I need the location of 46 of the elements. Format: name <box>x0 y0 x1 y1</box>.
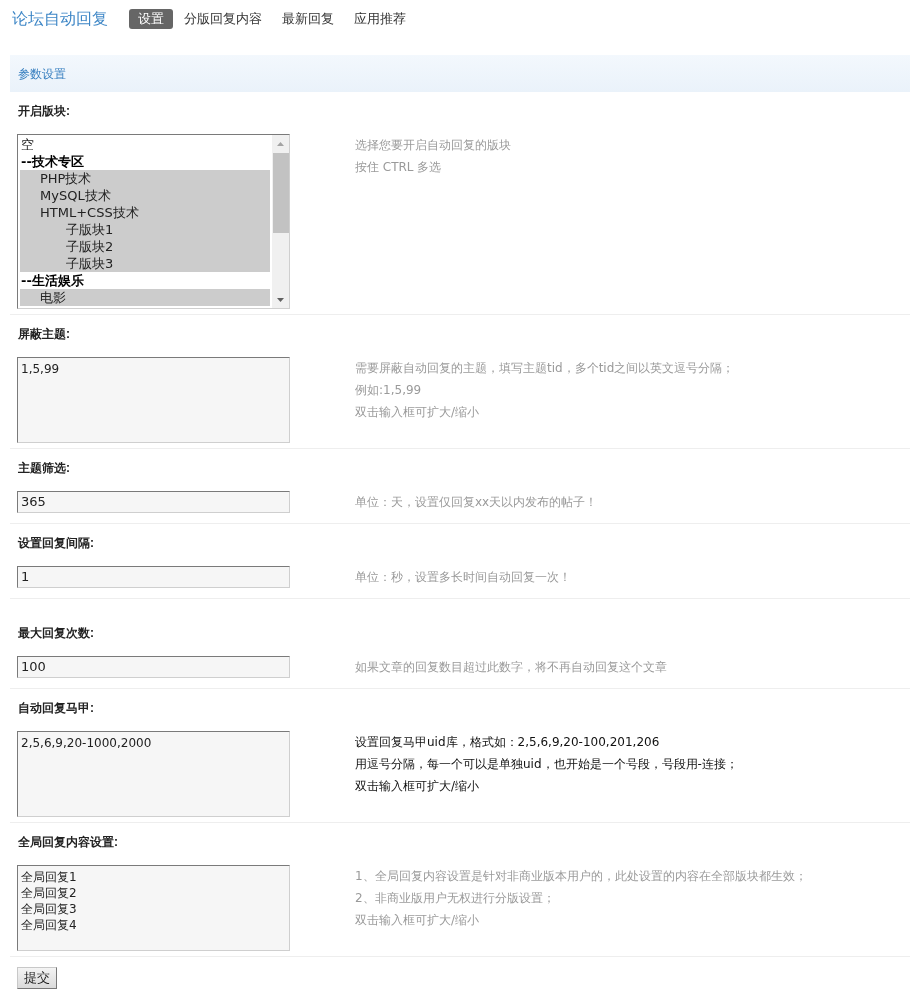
select-option[interactable]: 子版块2 <box>20 238 270 255</box>
field-label: 设置回复间隔: <box>18 535 94 552</box>
field-label: 开启版块: <box>18 103 70 120</box>
help-text: 如果文章的回复数目超过此数字，将不再自动回复这个文章 <box>355 659 667 676</box>
submit-button[interactable]: 提交 <box>17 967 57 989</box>
select-option[interactable]: MySQL技术 <box>20 187 270 204</box>
forum-select-list[interactable]: 空 --技术专区 PHP技术 MySQL技术 HTML+CSS技术 子版块1 子版块2 子版块3 --生活娱乐 电影 <box>17 134 290 309</box>
help-text: 2、非商业版用户无权进行分版设置； <box>355 890 556 907</box>
nav-tab[interactable]: 最新回复 <box>273 9 343 29</box>
select-option[interactable]: PHP技术 <box>20 170 270 187</box>
help-text: 需要屏蔽自动回复的主题，填写主题tid，多个tid之间以英文逗号分隔； <box>355 360 735 377</box>
help-text: 单位：秒，设置多长时间自动回复一次！ <box>355 569 571 586</box>
up-arrow-icon[interactable] <box>277 141 284 146</box>
text-input-field[interactable]: 100 <box>17 656 290 678</box>
help-text: 例如:1,5,99 <box>355 382 423 399</box>
nav-tab[interactable]: 设置 <box>129 9 173 29</box>
down-arrow-icon[interactable] <box>277 297 284 302</box>
textarea-field[interactable]: 2,5,6,9,20-1000,2000 <box>17 731 290 817</box>
help-text: 用逗号分隔，每一个可以是单独uid，也开始是一个号段，号段用-连接； <box>355 756 738 773</box>
text-input-field[interactable]: 365 <box>17 491 290 513</box>
textarea-field[interactable]: 全局回复1 全局回复2 全局回复3 全局回复4 <box>17 865 290 951</box>
select-option[interactable]: 电影 <box>20 289 270 306</box>
nav-tab[interactable]: 分版回复内容 <box>175 9 271 29</box>
field-label: 屏蔽主题: <box>18 326 70 343</box>
help-text: 按住 CTRL 多选 <box>355 159 443 176</box>
textarea-field[interactable]: 1,5,99 <box>17 357 290 443</box>
help-text: 单位：天，设置仅回复xx天以内发布的帖子！ <box>355 494 598 511</box>
scrollbar-thumb[interactable] <box>272 153 289 233</box>
help-text: 双击输入框可扩大/缩小 <box>355 912 481 929</box>
scrollbar[interactable] <box>272 135 289 308</box>
app-title: 论坛自动回复 <box>12 9 108 29</box>
field-label: 主题筛选: <box>18 460 70 477</box>
help-text: 双击输入框可扩大/缩小 <box>355 404 481 421</box>
nav-tab[interactable]: 应用推荐 <box>345 9 415 29</box>
help-text: 选择您要开启自动回复的版块 <box>355 137 511 154</box>
help-text: 1、全局回复内容设置是针对非商业版本用户的，此处设置的内容在全部版块都生效； <box>355 868 807 885</box>
help-text: 设置回复马甲uid库，格式如：2,5,6,9,20-100,201,206 <box>355 734 661 751</box>
select-option[interactable]: 子版块1 <box>20 221 270 238</box>
text-input-field[interactable]: 1 <box>17 566 290 588</box>
field-label: 全局回复内容设置: <box>18 834 118 851</box>
help-text: 双击输入框可扩大/缩小 <box>355 778 481 795</box>
select-option[interactable]: 子版块3 <box>20 255 270 272</box>
section-title: 参数设置 <box>18 65 66 83</box>
select-option[interactable]: HTML+CSS技术 <box>20 204 270 221</box>
field-label: 最大回复次数: <box>18 625 94 642</box>
field-label: 自动回复马甲: <box>18 700 94 717</box>
